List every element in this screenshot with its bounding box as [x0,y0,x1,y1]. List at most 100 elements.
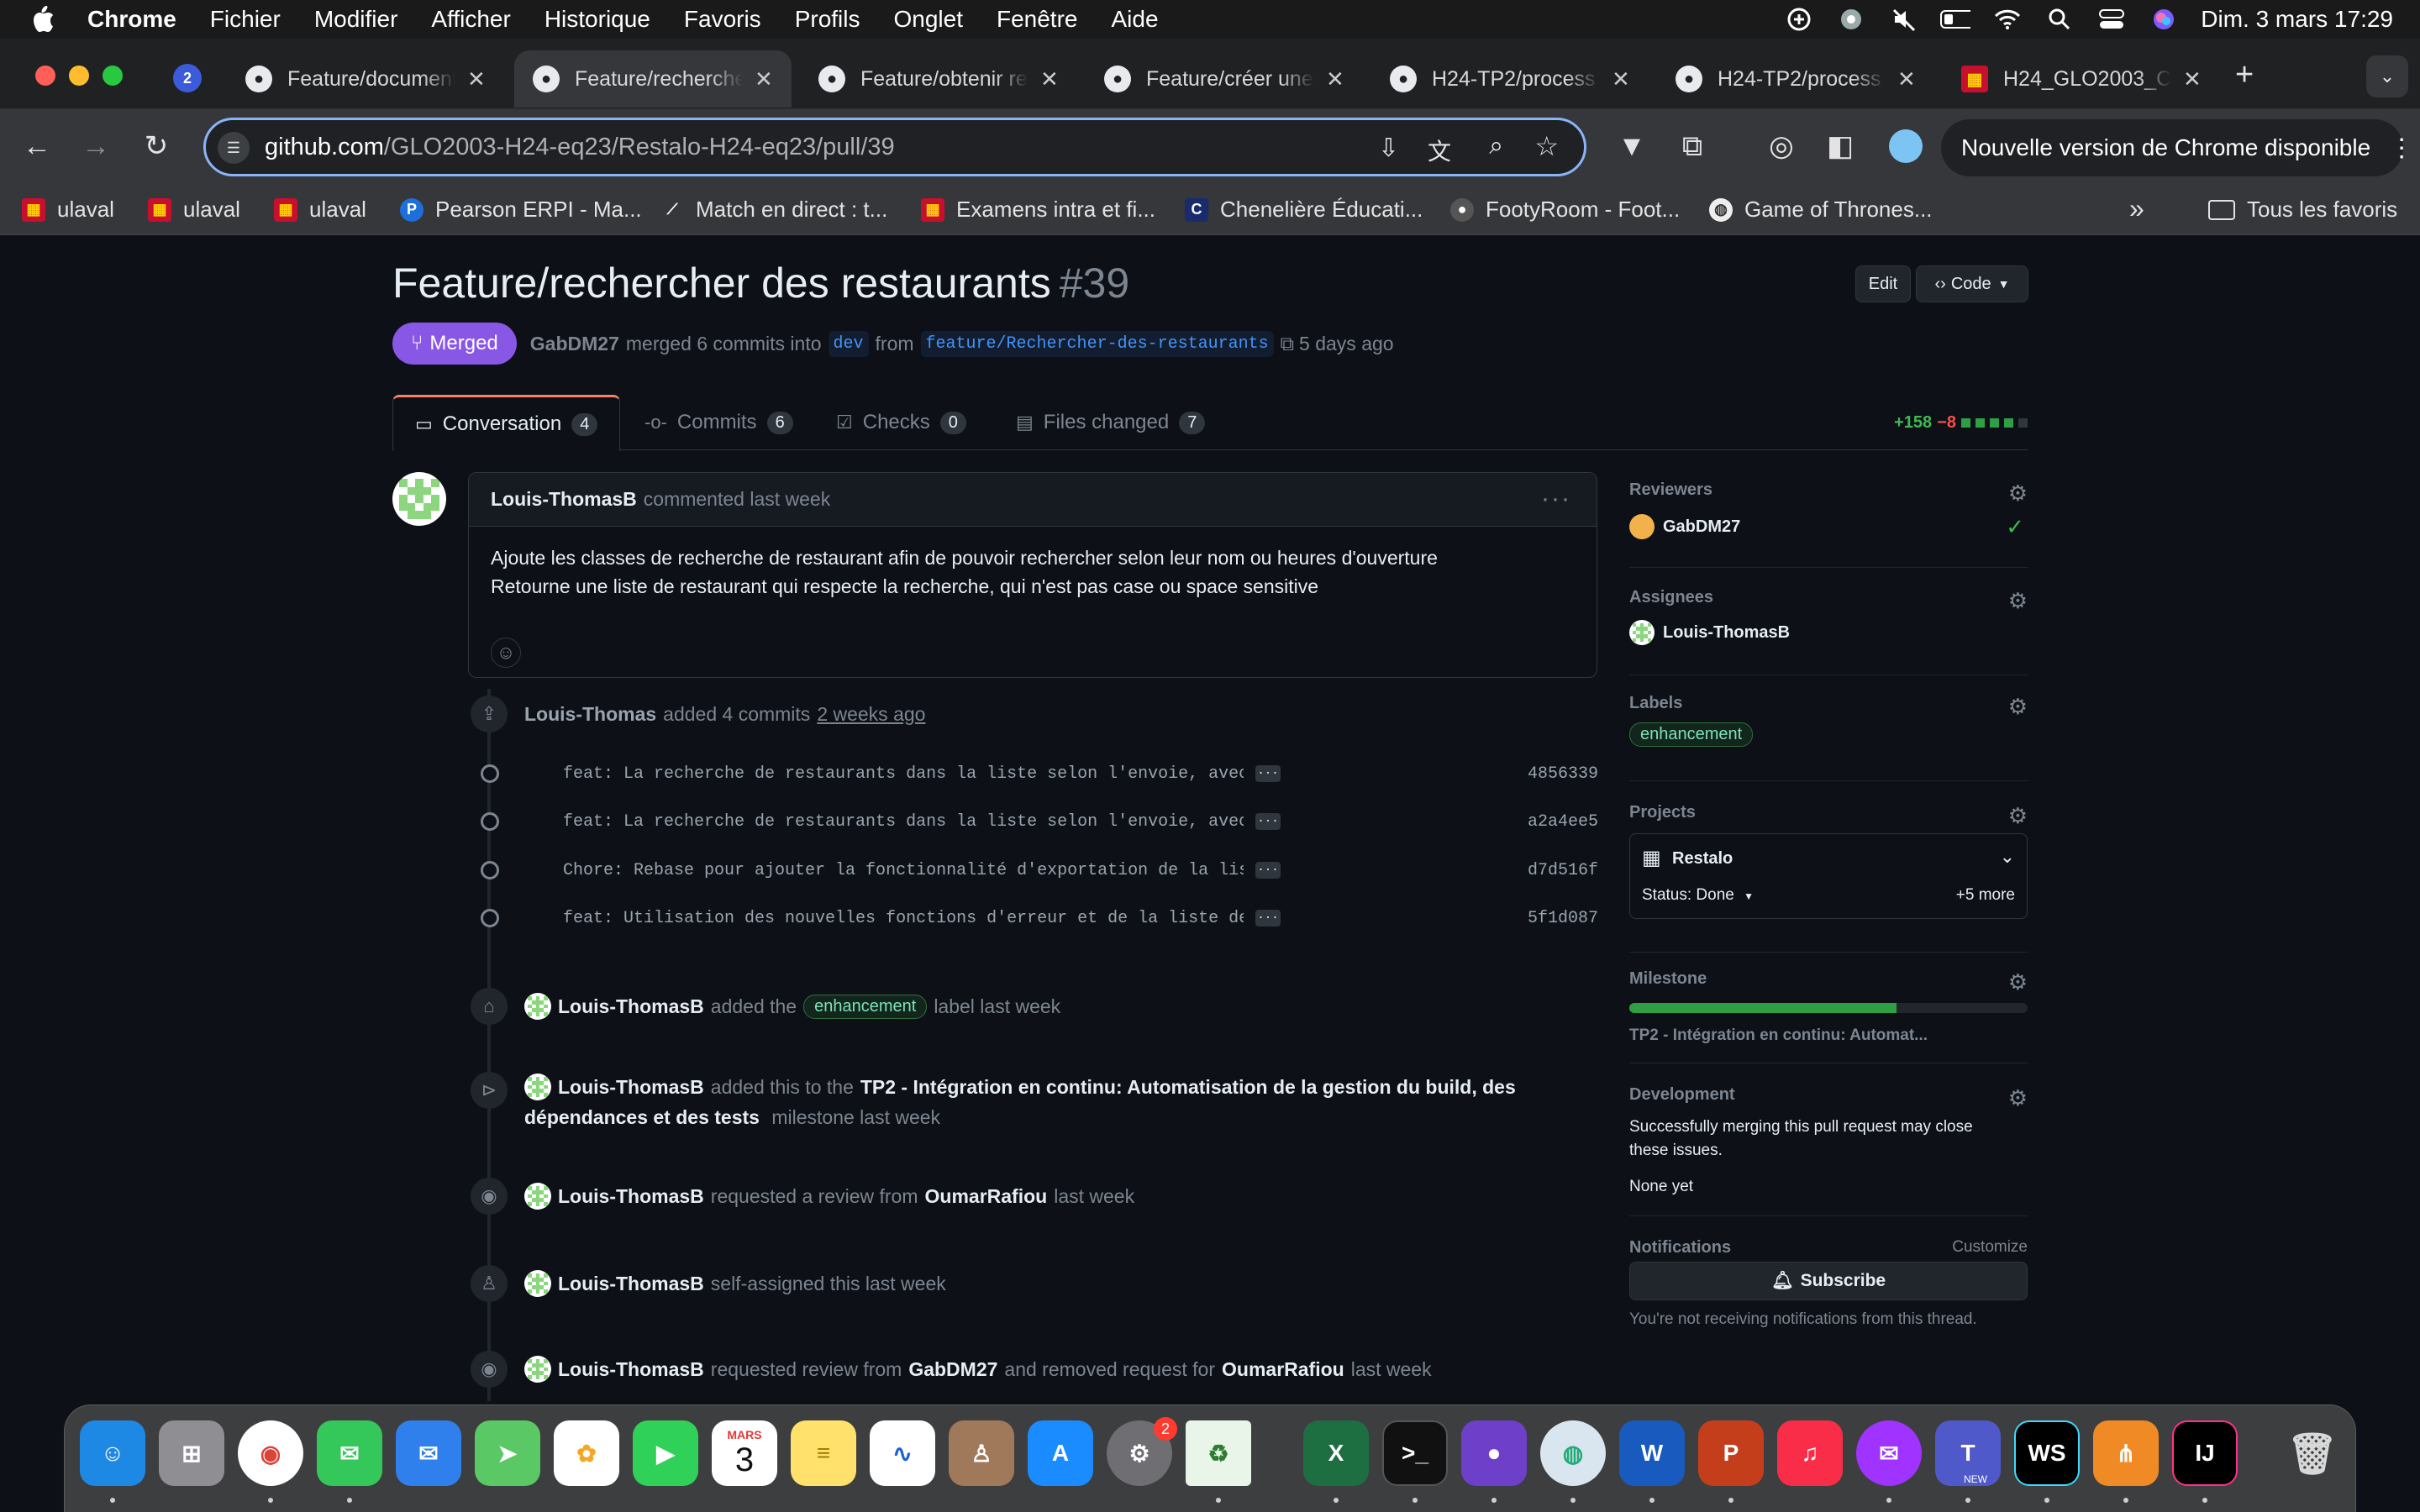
tab-search-chevron-icon[interactable]: ⌄ [2366,55,2408,97]
gear-icon[interactable]: ⚙ [2008,803,2028,829]
profile-avatar[interactable] [1887,128,1924,165]
avatar[interactable] [524,1270,551,1297]
github-desktop-icon[interactable]: ● [1461,1420,1527,1486]
project-status[interactable]: Status: Done ▼ [1642,886,1754,905]
webstorm-icon[interactable]: WS [2014,1420,2080,1486]
menu-favoris[interactable]: Favoris [684,6,761,33]
head-branch[interactable]: feature/Rechercher-des-restaurants [920,330,1274,357]
add-reaction-smiley-icon[interactable]: ☺ [491,638,521,668]
powerpoint-icon[interactable]: P [1698,1420,1764,1486]
copy-icon[interactable]: ⧉ [1281,333,1294,355]
tab-close-icon[interactable]: ✕ [1326,66,1344,92]
menubar-clock[interactable]: Dim. 3 mars 17:29 [2201,6,2393,33]
intellij-icon[interactable]: IJ [2172,1420,2238,1486]
site-info-icon[interactable]: ☰ [218,132,250,164]
bookmark-game-of-thrones[interactable]: ◍ Game of Thrones... [1709,197,1933,223]
calendar-icon[interactable]: MARS 3 [712,1420,777,1486]
project-card[interactable]: ▦ Restalo ⌄ Status: Done ▼ +5 more [1629,833,2028,919]
gear-icon[interactable]: ⚙ [2008,969,2028,995]
reviewer-link[interactable]: OumarRafiou [925,1185,1048,1208]
milestone-link-cont[interactable]: dépendances et des tests [524,1106,760,1128]
sourcetree-icon[interactable]: ⋔ [2093,1420,2159,1486]
terminal-icon[interactable]: >_ [1382,1420,1448,1486]
menu-profils[interactable]: Profils [795,6,860,33]
assignee-item[interactable]: Louis-ThomasB [1629,620,1790,645]
facetime-icon[interactable]: ▶ [633,1420,698,1486]
event-author[interactable]: Louis-ThomasB [558,1185,704,1208]
bookmark-ulaval-1[interactable]: ▦ ulaval [22,197,114,223]
menu-afficher[interactable]: Afficher [431,6,510,33]
commit-message[interactable]: Chore: Rebase pour ajouter la fonctionna… [563,861,1244,880]
malwarebytes-icon[interactable] [1784,7,1814,32]
window-close-button[interactable] [35,66,55,86]
menu-onglet[interactable]: Onglet [893,6,963,33]
project-more[interactable]: +5 more [1956,886,2015,905]
tab-close-icon[interactable]: ✕ [2183,66,2202,92]
word-icon[interactable]: W [1619,1420,1685,1486]
enhancement-label[interactable]: enhancement [803,994,928,1019]
commit-message[interactable]: feat: La recherche de restaurants dans l… [563,764,1244,784]
more-options-icon[interactable]: ··· [1541,485,1571,513]
event-author[interactable]: Louis-ThomasB [558,1072,704,1102]
finder-icon[interactable]: ☺ [80,1420,145,1486]
extensions-puzzle-icon[interactable]: ⧉ [1674,128,1711,165]
window-minimize-button[interactable] [69,66,89,86]
commit-sha[interactable]: 4856339 [1528,764,1598,784]
gear-icon[interactable]: ⚙ [2008,1085,2028,1111]
bookmark-footyroom[interactable]: ● FootyRoom - Foot... [1450,197,1680,223]
commit-message[interactable]: feat: La recherche de restaurants dans l… [563,812,1244,832]
more-bookmarks-chevron-icon[interactable]: » [2129,193,2144,224]
translate-icon[interactable]: 文 [1428,134,1451,167]
contacts-icon[interactable]: ♙ [949,1420,1014,1486]
window-zoom-button[interactable] [103,66,123,86]
tab-commits[interactable]: -o- Commits 6 [644,395,793,450]
merger-link[interactable]: GabDM27 [530,333,619,355]
menu-chrome[interactable]: Chrome [87,6,176,33]
spotlight-search-icon[interactable] [2044,7,2075,32]
launchpad-icon[interactable]: ⊞ [159,1420,224,1486]
enhancement-label[interactable]: enhancement [1629,722,1754,747]
event-author[interactable]: Louis-Thomas [524,703,656,726]
avatar[interactable] [524,1356,551,1383]
url-text[interactable]: github.com/GLO2003-H24-eq23/Restalo-H24-… [265,134,895,161]
event-author[interactable]: Louis-ThomasB [558,995,704,1018]
new-tab-button[interactable]: + [2235,57,2254,93]
forward-arrow-icon[interactable]: → [77,128,114,165]
extension-vue-icon[interactable]: ▼ [1613,128,1650,165]
battery-icon[interactable] [1940,7,1971,32]
subscribe-button[interactable]: 🔔︎ Subscribe [1629,1262,2028,1300]
customize-link[interactable]: Customize [1952,1238,2028,1257]
event-author[interactable]: Louis-ThomasB [558,1358,704,1381]
avatar[interactable] [524,993,551,1020]
siri-icon[interactable] [2149,7,2179,32]
bookmark-pearson[interactable]: P Pearson ERPI - Ma... [400,197,642,223]
tab-feature-obtenir[interactable]: ● Feature/obtenir re ✕ [800,50,1077,108]
expand-commit-button[interactable]: ··· [1255,813,1281,830]
code-dropdown-button[interactable]: ‹› Code ▼ [1916,265,2028,302]
tab-h24-tp2-process[interactable]: ● H24-TP2/process ✕ [1371,50,1649,108]
tab-group-icon[interactable]: 2 [173,64,202,92]
commit-message[interactable]: feat: Utilisation des nouvelles fonction… [563,909,1244,928]
tab-close-icon[interactable]: ✕ [467,66,486,92]
back-arrow-icon[interactable]: ← [18,128,55,165]
expand-commit-button[interactable]: ··· [1255,910,1281,927]
all-bookmarks-folder[interactable]: Tous les favoris [2208,197,2397,223]
menu-fenetre[interactable]: Fenêtre [997,6,1078,33]
app-store-icon[interactable]: A [1028,1420,1093,1486]
event-author[interactable]: Louis-ThomasB [558,1273,704,1295]
avatar[interactable] [524,1183,551,1210]
edit-button[interactable]: Edit [1855,265,1911,302]
mute-icon[interactable] [1888,7,1918,32]
bookmark-examens[interactable]: ▦ Examens intra et fi... [921,197,1155,223]
menu-fichier[interactable]: Fichier [210,6,281,33]
messenger-icon[interactable]: ✉ [1856,1420,1922,1486]
apple-icon[interactable] [30,5,55,34]
performance-icon[interactable]: ◎ [1763,128,1800,165]
tab-close-icon[interactable]: ✕ [1612,66,1630,92]
notes-icon[interactable]: ≡ [791,1420,856,1486]
reviewer-link[interactable]: GabDM27 [908,1358,997,1381]
freeform-icon[interactable]: ∿ [870,1420,935,1486]
tab-close-icon[interactable]: ✕ [1897,66,1916,92]
author-avatar[interactable] [392,472,446,526]
tab-close-icon[interactable]: ✕ [1040,66,1059,92]
